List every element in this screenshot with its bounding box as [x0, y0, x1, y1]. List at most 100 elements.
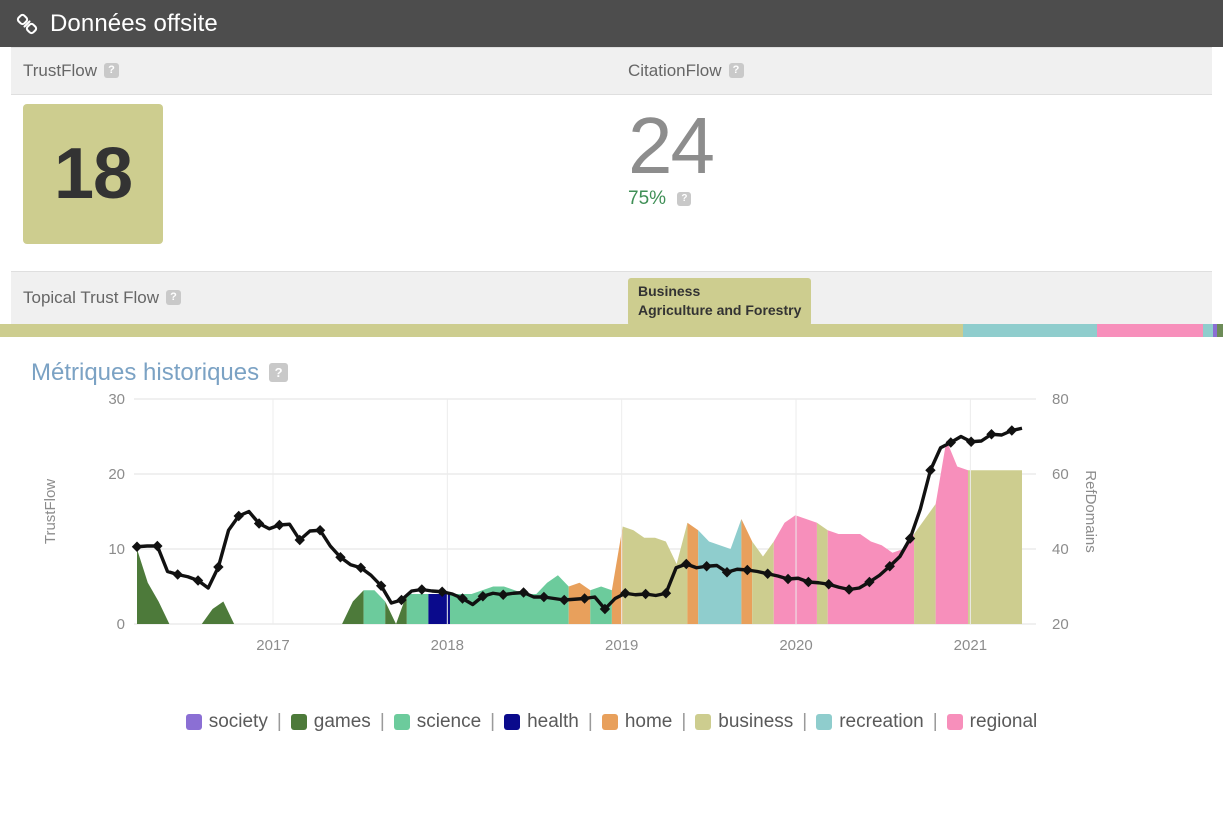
area-band — [752, 541, 774, 624]
legend-separator: | — [490, 711, 496, 732]
legend-swatch-society-icon — [185, 714, 202, 730]
citationflow-header: CitationFlow ? — [628, 61, 744, 81]
data-point-marker — [416, 584, 428, 595]
legend-swatch-regional-icon — [946, 714, 963, 730]
area-band — [406, 594, 429, 624]
offsite-metrics-panel: TrustFlow ? CitationFlow ? 18 24 75% ? T… — [0, 47, 1223, 337]
legend-separator: | — [587, 711, 593, 732]
chart-canvas: 0 10 20 30 20 40 60 80 2017 2018 2019 2020 2021 Trust… — [42, 391, 1099, 654]
citationflow-label: CitationFlow — [628, 61, 722, 80]
legend-separator: | — [932, 711, 938, 732]
historic-metrics-block: Métriques historiques ? 0 10 20 30 20 40 60 80 2… — [0, 337, 1223, 733]
legend-item-recreation[interactable]: recreation — [816, 711, 924, 733]
data-point-marker — [1006, 425, 1018, 436]
legend-item-home[interactable]: home — [601, 711, 673, 733]
topical-badge-subcategory: Agriculture and Forestry — [638, 301, 802, 318]
metrics-body-row: 18 24 75% ? — [11, 95, 1212, 271]
area-band — [137, 549, 181, 624]
ttf-bar-segment-business[interactable] — [0, 324, 963, 337]
app-titlebar: Données offsite — [0, 0, 1223, 47]
trustflow-help-icon[interactable]: ? — [104, 62, 119, 78]
topical-trust-flow-label: Topical Trust Flow — [23, 288, 160, 307]
legend-separator: | — [802, 711, 808, 732]
legend-label: society — [208, 711, 268, 732]
area-band — [611, 526, 623, 624]
legend-label: regional — [969, 711, 1038, 732]
citationflow-help-icon[interactable]: ? — [728, 62, 744, 78]
citationflow-score-group: 24 75% ? — [628, 104, 715, 271]
legend-separator: | — [681, 711, 687, 732]
trustflow-score-box: 18 — [23, 104, 163, 244]
legend-item-society[interactable]: society — [185, 711, 268, 733]
legend-item-science[interactable]: science — [393, 711, 482, 733]
legend-item-games[interactable]: games — [290, 711, 371, 733]
legend-label: science — [416, 711, 482, 732]
topical-badge-category: Business — [638, 283, 701, 299]
legend-item-regional[interactable]: regional — [946, 711, 1038, 733]
legend-separator: | — [276, 711, 282, 732]
data-point-marker — [152, 540, 163, 552]
legend-swatch-recreation-icon — [816, 714, 833, 730]
x-axis-tick-label: 2017 — [256, 637, 289, 654]
legend-label: health — [527, 711, 579, 732]
y-axis-title: TrustFlow — [42, 479, 59, 544]
historic-metrics-chart[interactable]: 0 10 20 30 20 40 60 80 2017 2018 2019 2020 2021 Trust… — [11, 387, 1212, 707]
y2-axis-tick-label: 80 — [1052, 391, 1069, 408]
x-axis-tick-label: 2020 — [779, 637, 812, 654]
area-band — [342, 590, 364, 624]
metrics-header-row: TrustFlow ? CitationFlow ? — [11, 47, 1212, 95]
legend-swatch-home-icon — [601, 714, 618, 730]
ttf-bar-segment-games[interactable] — [1217, 324, 1223, 337]
topical-trust-flow-help-icon[interactable]: ? — [166, 289, 182, 305]
chain-link-icon — [14, 11, 40, 37]
ttf-bar-segment-regional[interactable] — [1097, 324, 1203, 337]
data-point-marker — [172, 569, 183, 580]
legend-label: business — [718, 711, 794, 732]
y-axis-tick-label: 0 — [117, 616, 125, 633]
legend-swatch-business-icon — [695, 714, 712, 730]
topical-trust-flow-badge[interactable]: Business Agriculture and Forestry — [628, 278, 812, 326]
chart-help-icon[interactable]: ? — [269, 362, 289, 382]
chart-legend: society | games | science | health | home | busine… — [11, 707, 1212, 733]
area-band — [773, 515, 817, 624]
legend-swatch-health-icon — [504, 714, 521, 730]
legend-label: recreation — [839, 711, 924, 732]
area-band — [568, 582, 591, 624]
chart-title: Métriques historiques — [31, 359, 260, 386]
area-band — [827, 530, 915, 624]
y2-axis-tick-label: 20 — [1052, 616, 1069, 633]
page-title: Données offsite — [50, 9, 218, 37]
y2-axis-tick-label: 40 — [1052, 541, 1069, 558]
legend-separator: | — [379, 711, 385, 732]
area-band — [622, 522, 688, 624]
x-axis-tick-label: 2018 — [431, 637, 464, 654]
data-point-marker — [131, 541, 143, 552]
trustflow-value: 18 — [53, 134, 133, 214]
citationflow-ratio-group: 75% ? — [628, 188, 692, 210]
ttf-bar-segment-recreation[interactable] — [1203, 324, 1213, 337]
legend-item-health[interactable]: health — [504, 711, 579, 733]
y2-axis-title: RefDomains — [1082, 470, 1099, 553]
area-band — [816, 522, 828, 624]
legend-label: home — [624, 711, 673, 732]
topical-trust-flow-row: Topical Trust Flow ? Business Agricultur… — [11, 271, 1212, 326]
area-band — [968, 470, 1022, 624]
legend-swatch-games-icon — [290, 714, 307, 730]
chart-stacked-areas — [137, 440, 1022, 624]
area-band — [201, 601, 235, 624]
area-band — [363, 590, 386, 624]
legend-item-business[interactable]: business — [695, 711, 793, 733]
y-axis-tick-label: 20 — [108, 466, 125, 483]
y-axis-tick-label: 10 — [108, 541, 125, 558]
x-axis-tick-label: 2019 — [605, 637, 638, 654]
area-band — [935, 440, 969, 624]
chart-title-row: Métriques historiques ? — [11, 337, 1212, 387]
trustflow-label: TrustFlow — [23, 61, 97, 80]
ttf-bar-segment-recreation[interactable] — [963, 324, 1097, 337]
y2-axis-tick-label: 60 — [1052, 466, 1069, 483]
x-axis-tick-label: 2021 — [954, 637, 987, 654]
area-band — [687, 522, 699, 624]
citationflow-ratio-help-icon[interactable]: ? — [677, 191, 692, 206]
data-point-marker — [274, 519, 285, 531]
trustflow-header: TrustFlow ? — [23, 61, 628, 81]
